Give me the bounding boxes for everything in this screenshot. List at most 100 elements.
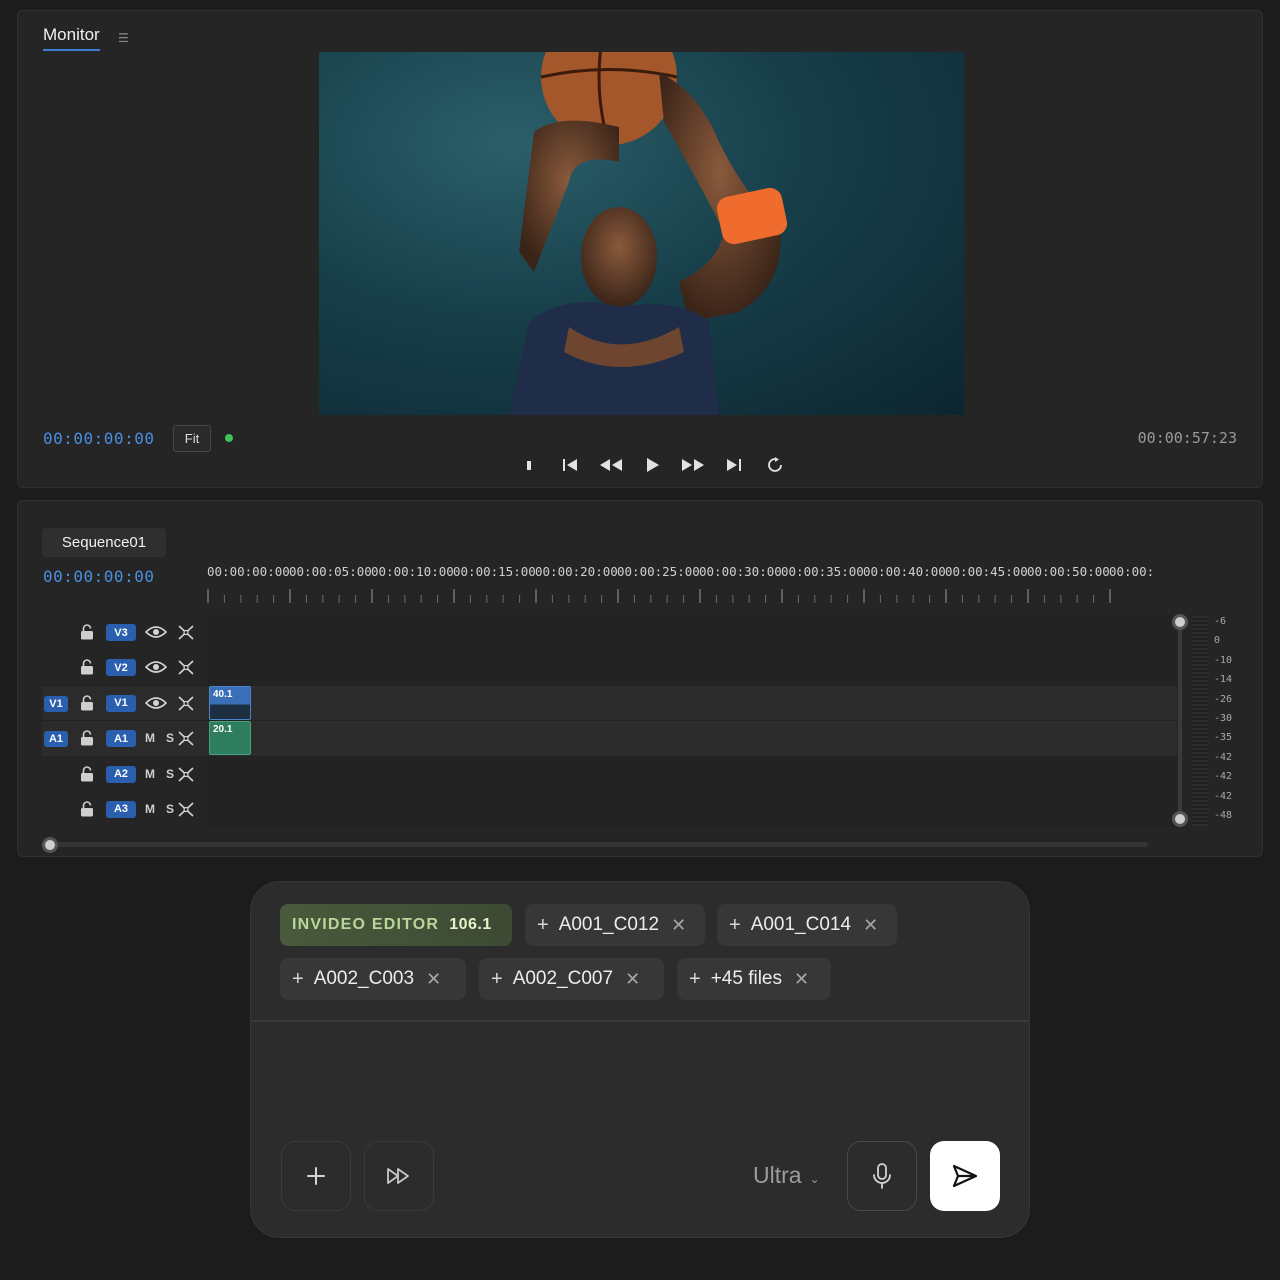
meter-scale-label: -35: [1214, 732, 1233, 744]
volume-slider-top-handle[interactable]: [1172, 614, 1188, 630]
lock-icon[interactable]: [80, 730, 94, 746]
go-to-end-icon: [726, 459, 741, 471]
solo-button[interactable]: S: [166, 731, 174, 745]
ruler-label: 00:00:45:00: [945, 564, 1028, 579]
model-selector[interactable]: Ultra ⌄: [753, 1162, 820, 1189]
track-lane[interactable]: [208, 685, 1177, 721]
track-lane[interactable]: [208, 756, 1177, 791]
play-button[interactable]: [631, 453, 672, 477]
current-timecode[interactable]: 00:00:00:00: [43, 429, 154, 448]
send-button[interactable]: [930, 1141, 1000, 1211]
solo-button[interactable]: S: [166, 767, 174, 781]
ruler-label: 00:00:20:00: [535, 564, 618, 579]
voice-input-button[interactable]: [847, 1141, 917, 1211]
visibility-eye-icon[interactable]: [144, 625, 168, 639]
sync-lock-icon[interactable]: [177, 624, 195, 641]
duration-timecode: 00:00:57:23: [1137, 429, 1237, 447]
sequence-timecode[interactable]: 00:00:00:00: [43, 567, 154, 586]
meter-scale-label: -30: [1214, 712, 1233, 724]
track-lane[interactable]: [208, 650, 1177, 685]
source-patch[interactable]: V1: [44, 695, 68, 712]
plus-icon: +: [292, 967, 304, 990]
fast-forward-button[interactable]: [364, 1141, 434, 1211]
track-lane[interactable]: [208, 615, 1177, 650]
ruler-label: 00:00:50:00: [1027, 564, 1110, 579]
go-to-end-button[interactable]: [713, 453, 754, 477]
file-chip-label: +45 files: [710, 968, 782, 989]
zoom-fit-button[interactable]: Fit: [173, 425, 211, 452]
mute-button[interactable]: M: [145, 802, 155, 816]
timeline-ruler[interactable]: 00:00:00:00 00:00:05:00 00:00:10:00 00:00:1…: [207, 564, 1167, 580]
visibility-eye-icon[interactable]: [144, 696, 168, 710]
file-chip[interactable]: + A002_C007 ✕: [479, 958, 664, 1000]
sync-lock-icon[interactable]: [177, 801, 195, 818]
close-icon[interactable]: ✕: [794, 969, 809, 990]
meter-scale-label: -42: [1214, 751, 1233, 763]
lock-icon[interactable]: [80, 765, 94, 782]
sync-lock-icon[interactable]: [177, 695, 195, 712]
close-icon[interactable]: ✕: [671, 915, 686, 936]
file-chip[interactable]: + A002_C003 ✕: [280, 958, 466, 1000]
mute-button[interactable]: M: [145, 767, 155, 781]
mute-button[interactable]: M: [145, 731, 155, 745]
microphone-icon: [873, 1163, 891, 1189]
lock-icon[interactable]: [80, 801, 94, 817]
plus-icon: +: [537, 913, 549, 936]
track-target[interactable]: A1: [106, 730, 136, 748]
track-target[interactable]: V3: [106, 624, 136, 641]
monitor-panel: Monitor ☰ 00:00:00:00 Fit 00:00:57:23: [17, 10, 1263, 488]
timeline-scrollbar[interactable]: [46, 842, 1148, 847]
sync-lock-icon[interactable]: [177, 659, 195, 676]
track-list: V3 V2 V1 V1 40.1 A1 A1 M S 20.1 A2 M S A3 M S: [42, 615, 1177, 828]
audio-clip[interactable]: 20.1: [209, 721, 251, 756]
file-chip[interactable]: + A001_C014 ✕: [717, 904, 897, 946]
timeline-scroll-handle[interactable]: [42, 837, 58, 853]
fast-forward-icon: [681, 459, 704, 471]
close-icon[interactable]: ✕: [426, 969, 441, 990]
track-target[interactable]: A3: [106, 800, 136, 818]
track-v2: V2: [42, 650, 1177, 686]
visibility-eye-icon[interactable]: [144, 660, 168, 674]
track-a1: A1 A1 M S 20.1: [42, 721, 1177, 757]
track-target[interactable]: V2: [106, 659, 136, 677]
tab-sequence[interactable]: Sequence01: [42, 528, 166, 557]
source-patch[interactable]: A1: [44, 731, 68, 748]
go-to-start-icon: [562, 459, 577, 471]
lock-icon[interactable]: [80, 659, 94, 675]
ruler-label: 00:00:35:00: [781, 564, 864, 579]
volume-slider-track[interactable]: [1178, 619, 1182, 819]
track-v3: V3: [42, 615, 1177, 651]
rewind-button[interactable]: [590, 453, 631, 477]
solo-button[interactable]: S: [166, 802, 174, 816]
track-target[interactable]: V1: [106, 694, 136, 712]
file-chip-more[interactable]: + +45 files ✕: [677, 958, 831, 1000]
fast-forward-button[interactable]: [672, 453, 713, 477]
sync-lock-icon[interactable]: [177, 766, 195, 783]
track-lane[interactable]: [208, 791, 1177, 827]
lock-icon[interactable]: [80, 694, 94, 711]
close-icon[interactable]: ✕: [625, 969, 640, 990]
file-chip[interactable]: + A001_C012 ✕: [525, 904, 705, 946]
hamburger-icon[interactable]: ☰: [118, 31, 129, 45]
ruler-label: 00:00:25:00: [617, 564, 700, 579]
stop-button[interactable]: [508, 453, 549, 477]
track-target[interactable]: A2: [106, 765, 136, 783]
video-clip[interactable]: 40.1: [209, 685, 251, 720]
fast-forward-icon: [387, 1168, 409, 1184]
add-button[interactable]: [281, 1141, 351, 1211]
tab-monitor[interactable]: Monitor: [43, 25, 100, 51]
meter-scale-label: -42: [1214, 771, 1233, 783]
volume-slider-bottom-handle[interactable]: [1172, 811, 1188, 827]
transport-controls: [508, 453, 795, 477]
loop-button[interactable]: [754, 453, 795, 477]
prompt-box: INVIDEO EDITOR 106.1 + A001_C012 ✕ + A00…: [250, 881, 1030, 1238]
file-chip-label: A002_C003: [313, 968, 415, 989]
lock-icon[interactable]: [80, 624, 94, 640]
chevron-down-icon: ⌄: [809, 1171, 820, 1186]
close-icon[interactable]: ✕: [863, 915, 878, 936]
context-chips: INVIDEO EDITOR 106.1 + A001_C012 ✕ + A00…: [280, 904, 1005, 1019]
sync-lock-icon[interactable]: [177, 730, 195, 747]
ruler-label: 00:00:10:00: [371, 564, 454, 579]
track-lane[interactable]: [208, 721, 1177, 756]
go-to-start-button[interactable]: [549, 453, 590, 477]
